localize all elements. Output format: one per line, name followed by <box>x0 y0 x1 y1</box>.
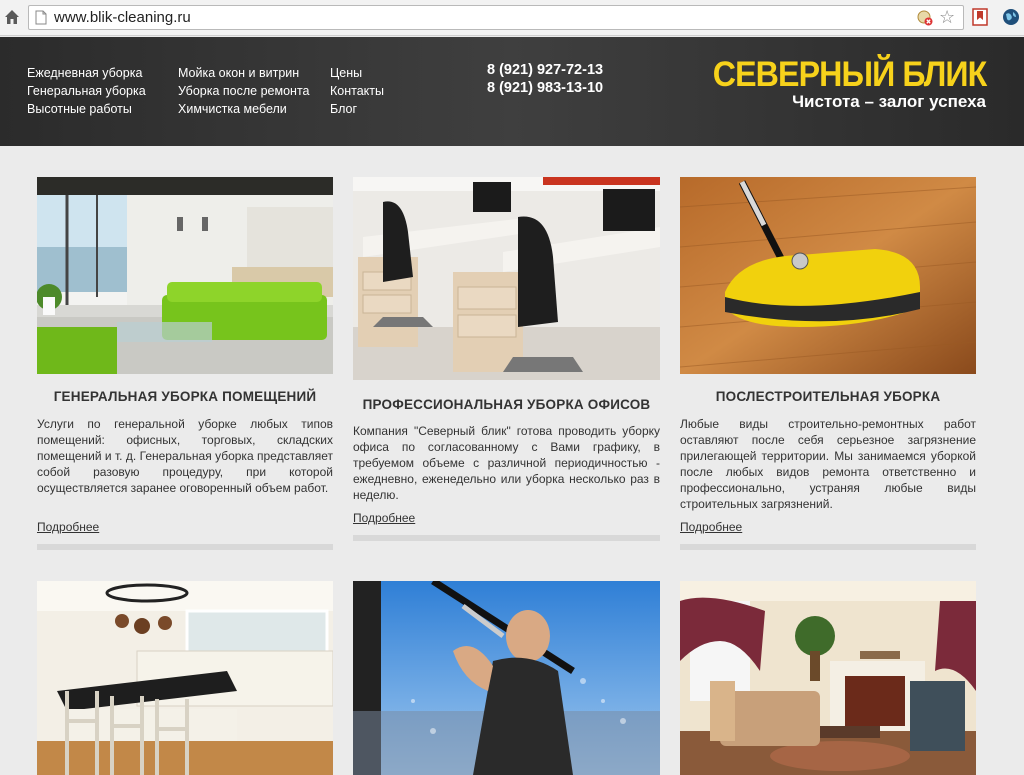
nav-link-high-altitude-work[interactable]: Высотные работы <box>27 100 146 118</box>
service-card-kitchen <box>37 581 333 775</box>
globe-extension-icon[interactable] <box>1002 8 1020 26</box>
service-card-window-washing <box>353 581 660 775</box>
window-washing-photo[interactable] <box>353 581 660 775</box>
home-icon[interactable] <box>4 9 20 25</box>
nav-link-blog[interactable]: Блог <box>330 100 384 118</box>
office-photo[interactable] <box>353 177 660 380</box>
phone-numbers: 8 (921) 927-72-13 8 (921) 983-13-10 <box>487 61 603 97</box>
brand-title: СЕВЕРНЫЙ БЛИК <box>712 55 987 94</box>
bookmark-star-icon[interactable]: ☆ <box>939 8 957 26</box>
nav-link-prices[interactable]: Цены <box>330 64 384 82</box>
page-icon <box>35 10 47 25</box>
kitchen-photo[interactable] <box>37 581 333 775</box>
url-text[interactable]: www.blik-cleaning.ru <box>54 9 191 26</box>
nav-column-services-2: Мойка окон и витрин Уборка после ремонта… <box>178 64 309 118</box>
card-divider <box>353 535 660 541</box>
browser-toolbar: www.blik-cleaning.ru ☆ <box>0 0 1024 36</box>
card-title: ПОСЛЕСТРОИТЕЛЬНАЯ УБОРКА <box>715 389 941 404</box>
brand-logo[interactable]: СЕВЕРНЫЙ БЛИК Чистота – залог успеха <box>689 55 987 111</box>
nav-column-info: Цены Контакты Блог <box>330 64 384 118</box>
nav-link-contacts[interactable]: Контакты <box>330 82 384 100</box>
read-more-link[interactable]: Подробнее <box>37 520 99 534</box>
service-card-post-construction: ПОСЛЕСТРОИТЕЛЬНАЯ УБОРКА Любые виды стро… <box>680 177 976 552</box>
nav-link-daily-cleaning[interactable]: Ежедневная уборка <box>27 64 146 82</box>
card-description: Компания "Северный блик" готова проводит… <box>353 424 660 502</box>
card-description: Любые виды строительно-ремонтных работ о… <box>680 417 976 511</box>
living-room-fireplace-photo[interactable] <box>680 581 976 775</box>
card-divider <box>37 544 333 550</box>
living-room-photo[interactable] <box>37 177 333 374</box>
nav-link-window-washing[interactable]: Мойка окон и витрин <box>178 64 309 82</box>
service-card-general-cleaning: ГЕНЕРАЛЬНАЯ УБОРКА ПОМЕЩЕНИЙ Услуги по г… <box>37 177 333 552</box>
card-description: Услуги по генеральной уборке любых типов… <box>37 417 333 495</box>
card-title: ПРОФЕССИОНАЛЬНАЯ УБОРКА ОФИСОВ <box>362 397 651 412</box>
blocked-content-icon[interactable] <box>917 10 933 26</box>
phone-number-1: 8 (921) 927-72-13 <box>487 62 604 78</box>
nav-link-furniture-cleaning[interactable]: Химчистка мебели <box>178 100 309 118</box>
nav-link-post-renovation[interactable]: Уборка после ремонта <box>178 82 309 100</box>
address-bar[interactable]: www.blik-cleaning.ru ☆ <box>28 5 964 30</box>
brand-slogan: Чистота – залог успеха <box>792 92 986 111</box>
site-header: Ежедневная уборка Генеральная уборка Выс… <box>0 37 1024 146</box>
extension-bookmark-icon[interactable] <box>972 8 988 26</box>
read-more-link[interactable]: Подробнее <box>680 520 742 534</box>
card-title: ГЕНЕРАЛЬНАЯ УБОРКА ПОМЕЩЕНИЙ <box>53 389 317 404</box>
nav-link-general-cleaning[interactable]: Генеральная уборка <box>27 82 146 100</box>
service-card-living-room <box>680 581 976 775</box>
nav-column-services: Ежедневная уборка Генеральная уборка Выс… <box>27 64 146 118</box>
phone-number-2: 8 (921) 983-13-10 <box>487 80 604 96</box>
floor-sweeper-photo[interactable] <box>680 177 976 374</box>
card-divider <box>680 544 976 550</box>
read-more-link[interactable]: Подробнее <box>353 511 415 525</box>
service-card-office-cleaning: ПРОФЕССИОНАЛЬНАЯ УБОРКА ОФИСОВ Компания … <box>353 177 660 545</box>
